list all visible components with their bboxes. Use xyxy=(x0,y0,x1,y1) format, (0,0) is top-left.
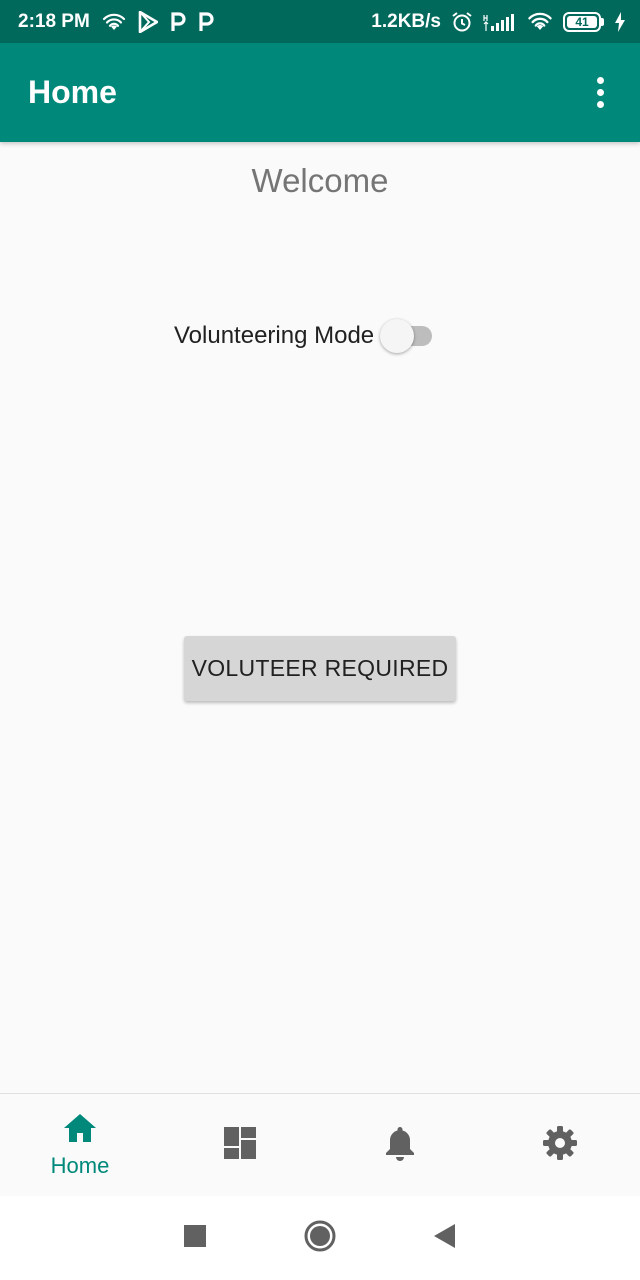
volunteer-required-button[interactable]: VOLUTEER REQUIRED xyxy=(184,636,456,701)
app-bar: Home xyxy=(0,43,640,142)
home-circle-icon[interactable] xyxy=(304,1220,336,1257)
recents-icon[interactable] xyxy=(184,1224,206,1252)
bottom-navigation: Home xyxy=(0,1093,640,1196)
wifi-icon xyxy=(102,13,126,31)
p-app-icon xyxy=(170,11,186,32)
bell-icon xyxy=(384,1125,416,1166)
play-store-icon xyxy=(138,10,158,33)
nav-label-home: Home xyxy=(50,1152,110,1178)
alarm-icon xyxy=(451,11,473,33)
home-icon xyxy=(62,1112,98,1149)
switch-thumb xyxy=(380,319,415,353)
p-app-icon xyxy=(198,11,214,32)
wifi-icon xyxy=(527,12,553,31)
nav-item-settings[interactable] xyxy=(480,1094,640,1196)
system-navigation-bar xyxy=(0,1196,640,1280)
battery-icon: 41 xyxy=(563,11,604,32)
page-title: Home xyxy=(28,74,117,110)
settings-icon xyxy=(542,1125,578,1166)
network-speed: 1.2KB/s xyxy=(371,10,441,32)
status-bar: 2:18 PM 1.2KB/s 41 xyxy=(0,0,640,43)
more-vert-icon[interactable] xyxy=(588,73,612,113)
volunteering-mode-switch[interactable] xyxy=(380,316,436,356)
nav-item-dashboard[interactable] xyxy=(160,1094,320,1196)
volunteering-mode-row: Volunteering Mode xyxy=(174,316,436,356)
signal-icon xyxy=(483,12,517,32)
status-time: 2:18 PM xyxy=(18,10,90,32)
back-icon[interactable] xyxy=(434,1223,456,1253)
welcome-heading: Welcome xyxy=(251,162,389,199)
volunteering-mode-label: Volunteering Mode xyxy=(174,322,375,349)
dashboard-icon xyxy=(223,1126,257,1165)
charging-icon xyxy=(614,11,626,32)
battery-level: 41 xyxy=(567,15,597,29)
nav-item-home[interactable]: Home xyxy=(0,1094,160,1196)
nav-item-notifications[interactable] xyxy=(320,1094,480,1196)
